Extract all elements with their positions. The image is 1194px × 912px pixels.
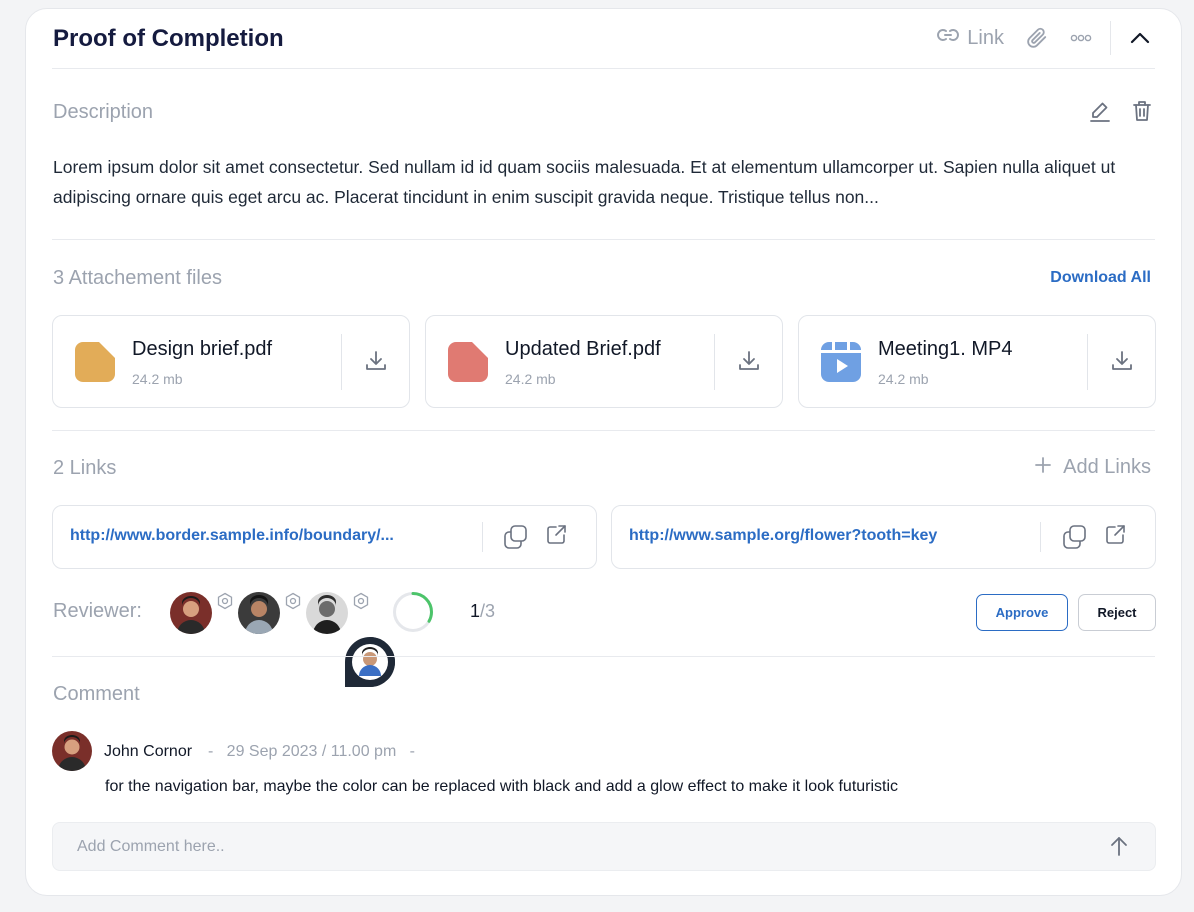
gear-icon <box>216 592 234 615</box>
copy-icon[interactable] <box>1062 524 1088 555</box>
link-item: http://www.sample.org/flower?tooth=key <box>611 505 1156 569</box>
header-toolbar: Link <box>935 21 1151 55</box>
plus-icon <box>1035 456 1052 479</box>
comment-text: for the navigation bar, maybe the color … <box>105 778 899 795</box>
attachments-label: 3 Attachement files <box>53 267 222 289</box>
gear-icon <box>352 592 370 615</box>
link-divider <box>482 522 483 552</box>
attachment-card[interactable]: Updated Brief.pdf 24.2 mb <box>425 315 783 408</box>
comment-label: Comment <box>53 683 140 705</box>
file-size: 24.2 mb <box>132 371 183 387</box>
comment-timestamp: - 29 Sep 2023 / 11.00 pm - <box>208 743 415 760</box>
review-progress-ring <box>392 591 434 638</box>
attachment-card[interactable]: Meeting1. MP4 24.2 mb <box>798 315 1156 408</box>
file-size: 24.2 mb <box>505 371 556 387</box>
avatar[interactable] <box>170 592 212 634</box>
proof-of-completion-card: Proof of Completion Link Description Lor… <box>25 8 1182 896</box>
add-links-button[interactable]: Add Links <box>1035 456 1151 479</box>
avatar[interactable] <box>306 592 348 634</box>
external-link-icon[interactable] <box>1104 523 1128 552</box>
trash-icon[interactable] <box>1130 99 1154 128</box>
link-icon <box>935 25 961 51</box>
file-name: Meeting1. MP4 <box>878 338 1013 360</box>
file-divider <box>1087 334 1088 390</box>
file-name: Updated Brief.pdf <box>505 338 661 360</box>
external-link-icon[interactable] <box>545 523 569 552</box>
approve-button[interactable]: Approve <box>976 594 1068 631</box>
copy-icon[interactable] <box>503 524 529 555</box>
add-links-label: Add Links <box>1063 456 1151 478</box>
more-options-icon[interactable] <box>1070 34 1092 42</box>
send-arrow-icon[interactable] <box>1109 835 1129 862</box>
header-divider <box>1110 21 1111 55</box>
document-icon <box>75 342 115 387</box>
reviewer-label: Reviewer: <box>53 600 142 622</box>
document-icon <box>448 342 488 387</box>
description-label: Description <box>53 101 154 123</box>
gear-icon <box>284 592 302 615</box>
page-title: Proof of Completion <box>53 25 284 52</box>
link-button[interactable]: Link <box>935 25 1004 51</box>
link-divider <box>1040 522 1041 552</box>
file-divider <box>341 334 342 390</box>
download-icon[interactable] <box>737 349 761 378</box>
paperclip-icon[interactable] <box>1026 27 1048 49</box>
total-count: /3 <box>480 601 496 621</box>
edit-icon[interactable] <box>1088 99 1112 128</box>
link-item: http://www.border.sample.info/boundary/.… <box>52 505 597 569</box>
approved-count: 1 <box>470 601 481 621</box>
file-divider <box>714 334 715 390</box>
link-url[interactable]: http://www.sample.org/flower?tooth=key <box>629 527 937 545</box>
divider <box>52 656 1155 657</box>
divider <box>52 68 1155 69</box>
reject-button[interactable]: Reject <box>1078 594 1156 631</box>
comment-author: John Cornor <box>104 743 193 760</box>
hover-avatar-bubble <box>341 633 399 698</box>
divider <box>52 430 1155 431</box>
download-all-link[interactable]: Download All <box>1050 269 1151 287</box>
comment-input-box <box>52 822 1156 871</box>
description-text: Lorem ipsum dolor sit amet consectetur. … <box>53 157 1116 207</box>
avatar[interactable] <box>238 592 280 634</box>
divider <box>52 239 1155 240</box>
links-label: 2 Links <box>53 457 117 479</box>
download-icon[interactable] <box>1110 349 1134 378</box>
file-size: 24.2 mb <box>878 371 929 387</box>
video-icon <box>821 342 861 387</box>
download-icon[interactable] <box>364 349 388 378</box>
avatar <box>52 731 92 771</box>
chevron-up-icon[interactable] <box>1129 31 1151 45</box>
file-name: Design brief.pdf <box>132 338 273 360</box>
comment-input[interactable] <box>53 823 1093 870</box>
attachment-card[interactable]: Design brief.pdf 24.2 mb <box>52 315 410 408</box>
review-progress-text: 1/3 <box>470 601 495 622</box>
link-label: Link <box>967 26 1004 49</box>
link-url[interactable]: http://www.border.sample.info/boundary/.… <box>70 527 394 545</box>
